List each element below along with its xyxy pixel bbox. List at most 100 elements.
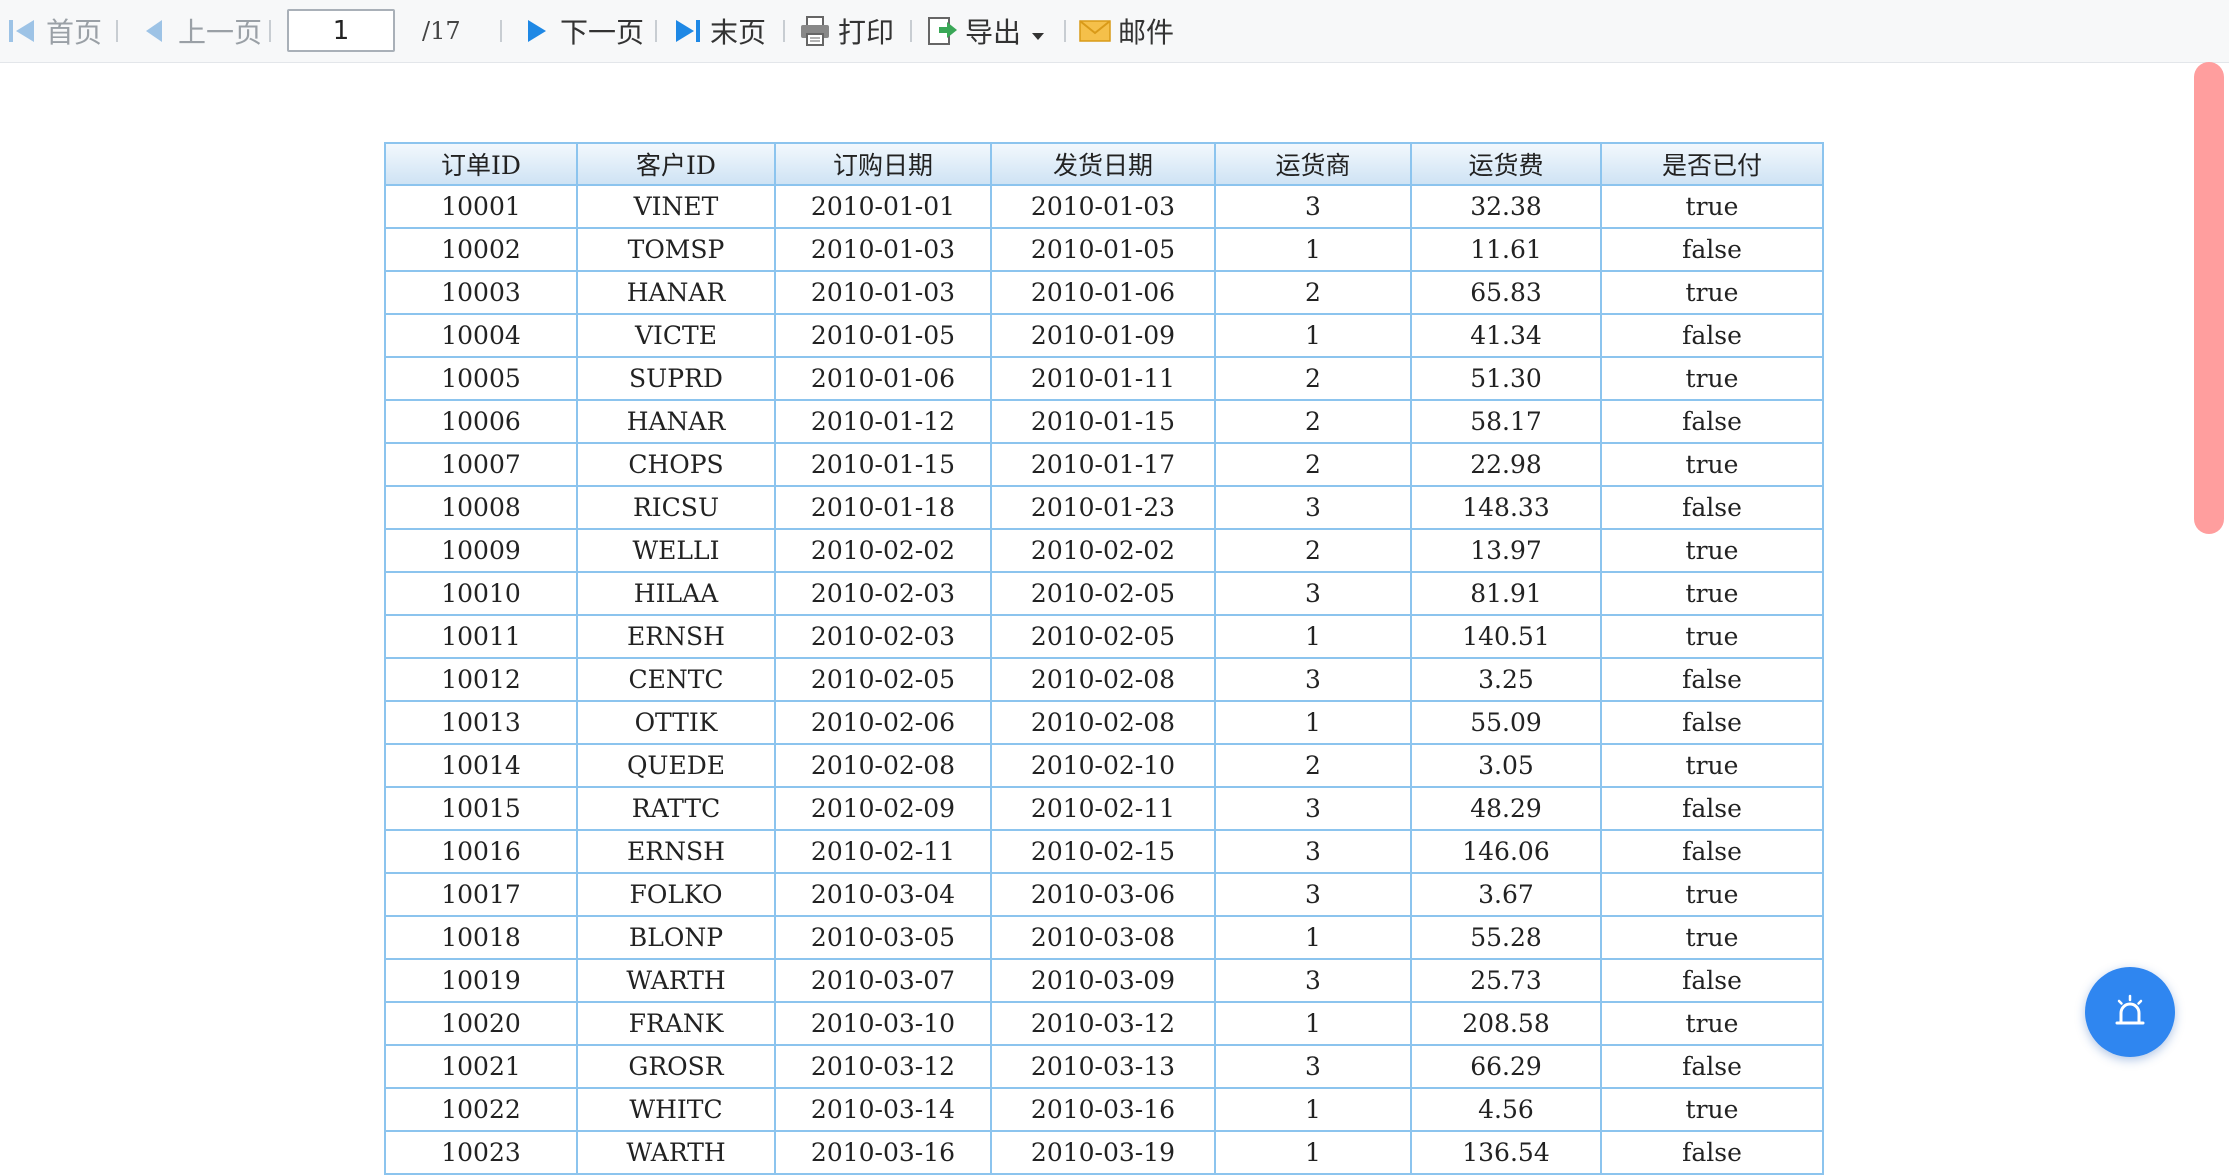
- cell-customer-id: FRANK: [576, 1001, 776, 1046]
- cell-order-date: 2010-01-18: [774, 485, 992, 530]
- cell-shipper: 1: [1214, 1001, 1412, 1046]
- table-row: 10006 HANAR 2010-01-12 2010-01-15 2 58.17 fals…: [384, 399, 1824, 444]
- cell-customer-id: OTTIK: [576, 700, 776, 745]
- table-row: 10001 VINET 2010-01-01 2010-01-03 3 32.38 true: [384, 184, 1824, 229]
- header-ship-date: 发货日期: [990, 142, 1216, 186]
- table-row: 10011 ERNSH 2010-02-03 2010-02-05 1 140.51 tru…: [384, 614, 1824, 659]
- cell-customer-id: HANAR: [576, 270, 776, 315]
- cell-shipper: 3: [1214, 571, 1412, 616]
- cell-ship-date: 2010-03-06: [990, 872, 1216, 917]
- cell-ship-date: 2010-03-13: [990, 1044, 1216, 1089]
- table-row: 10004 VICTE 2010-01-05 2010-01-09 1 41.34 fals…: [384, 313, 1824, 358]
- cell-shipper: 3: [1214, 184, 1412, 229]
- first-page-button[interactable]: 首页: [6, 0, 102, 62]
- table-row: 10020 FRANK 2010-03-10 2010-03-12 1 208.58 tru…: [384, 1001, 1824, 1046]
- cell-order-id: 10014: [384, 743, 578, 788]
- cell-ship-date: 2010-01-05: [990, 227, 1216, 272]
- orders-table: 订单ID 客户ID 订购日期 发货日期 运货商 运货费 是否已付 10001 VI…: [384, 142, 1824, 1175]
- cell-order-date: 2010-02-03: [774, 571, 992, 616]
- table-header-row: 订单ID 客户ID 订购日期 发货日期 运货商 运货费 是否已付: [384, 142, 1824, 186]
- cell-order-id: 10009: [384, 528, 578, 573]
- table-row: 10021 GROSR 2010-03-12 2010-03-13 3 66.29 fals…: [384, 1044, 1824, 1089]
- cell-order-date: 2010-02-08: [774, 743, 992, 788]
- cell-customer-id: TOMSP: [576, 227, 776, 272]
- header-paid: 是否已付: [1600, 142, 1824, 186]
- alarm-button[interactable]: [2085, 967, 2175, 1057]
- cell-order-date: 2010-02-02: [774, 528, 992, 573]
- table-row: 10013 OTTIK 2010-02-06 2010-02-08 1 55.09 fals…: [384, 700, 1824, 745]
- cell-freight: 41.34: [1410, 313, 1602, 358]
- printer-icon: [798, 14, 832, 48]
- cell-customer-id: SUPRD: [576, 356, 776, 401]
- cell-paid: true: [1600, 915, 1824, 960]
- cell-freight: 140.51: [1410, 614, 1602, 659]
- cell-customer-id: ERNSH: [576, 829, 776, 874]
- cell-shipper: 3: [1214, 485, 1412, 530]
- table-row: 10012 CENTC 2010-02-05 2010-02-08 3 3.25 false: [384, 657, 1824, 702]
- cell-freight: 148.33: [1410, 485, 1602, 530]
- cell-order-date: 2010-01-03: [774, 270, 992, 315]
- cell-order-date: 2010-02-09: [774, 786, 992, 831]
- cell-ship-date: 2010-01-09: [990, 313, 1216, 358]
- cell-order-id: 10022: [384, 1087, 578, 1132]
- cell-order-date: 2010-02-03: [774, 614, 992, 659]
- cell-order-date: 2010-01-12: [774, 399, 992, 444]
- cell-ship-date: 2010-01-17: [990, 442, 1216, 487]
- cell-order-date: 2010-01-03: [774, 227, 992, 272]
- cell-freight: 65.83: [1410, 270, 1602, 315]
- cell-customer-id: WARTH: [576, 1130, 776, 1175]
- cell-freight: 13.97: [1410, 528, 1602, 573]
- cell-ship-date: 2010-02-11: [990, 786, 1216, 831]
- next-page-button[interactable]: 下一页: [520, 0, 644, 62]
- page-number-input[interactable]: [287, 9, 395, 52]
- cell-customer-id: FOLKO: [576, 872, 776, 917]
- cell-order-date: 2010-03-12: [774, 1044, 992, 1089]
- cell-order-date: 2010-02-11: [774, 829, 992, 874]
- toolbar-separator: [783, 20, 785, 42]
- prev-page-button[interactable]: 上一页: [138, 0, 262, 62]
- export-button[interactable]: 导出: [925, 0, 1045, 62]
- cell-order-date: 2010-03-14: [774, 1087, 992, 1132]
- header-shipper: 运货商: [1214, 142, 1412, 186]
- cell-customer-id: VINET: [576, 184, 776, 229]
- cell-paid: false: [1600, 829, 1824, 874]
- cell-shipper: 1: [1214, 227, 1412, 272]
- table-body: 10001 VINET 2010-01-01 2010-01-03 3 32.38 true…: [384, 184, 1824, 1175]
- cell-customer-id: ERNSH: [576, 614, 776, 659]
- last-page-icon: [670, 14, 704, 48]
- toolbar-separator: [1064, 20, 1066, 42]
- cell-customer-id: CENTC: [576, 657, 776, 702]
- cell-customer-id: VICTE: [576, 313, 776, 358]
- cell-shipper: 3: [1214, 958, 1412, 1003]
- cell-order-id: 10007: [384, 442, 578, 487]
- cell-order-date: 2010-03-07: [774, 958, 992, 1003]
- print-button[interactable]: 打印: [798, 0, 894, 62]
- envelope-icon: [1078, 14, 1112, 48]
- cell-ship-date: 2010-02-05: [990, 614, 1216, 659]
- cell-paid: false: [1600, 1130, 1824, 1175]
- cell-paid: false: [1600, 485, 1824, 530]
- last-page-label: 末页: [710, 16, 767, 49]
- cell-order-id: 10006: [384, 399, 578, 444]
- last-page-button[interactable]: 末页: [670, 0, 766, 62]
- cell-order-id: 10021: [384, 1044, 578, 1089]
- cell-order-id: 10012: [384, 657, 578, 702]
- cell-order-date: 2010-01-15: [774, 442, 992, 487]
- page-total: /17: [422, 17, 461, 45]
- cell-order-id: 10005: [384, 356, 578, 401]
- table-row: 10023 WARTH 2010-03-16 2010-03-19 1 136.54 fal…: [384, 1130, 1824, 1175]
- cell-paid: false: [1600, 227, 1824, 272]
- cell-customer-id: WELLI: [576, 528, 776, 573]
- cell-order-id: 10015: [384, 786, 578, 831]
- alarm-bell-icon: [2110, 992, 2150, 1032]
- vertical-scrollbar-thumb[interactable]: [2194, 62, 2224, 534]
- cell-shipper: 3: [1214, 872, 1412, 917]
- cell-ship-date: 2010-01-15: [990, 399, 1216, 444]
- mail-button[interactable]: 邮件: [1078, 0, 1174, 62]
- cell-freight: 58.17: [1410, 399, 1602, 444]
- cell-shipper: 3: [1214, 657, 1412, 702]
- cell-customer-id: BLONP: [576, 915, 776, 960]
- cell-freight: 51.30: [1410, 356, 1602, 401]
- cell-order-date: 2010-02-05: [774, 657, 992, 702]
- cell-freight: 3.05: [1410, 743, 1602, 788]
